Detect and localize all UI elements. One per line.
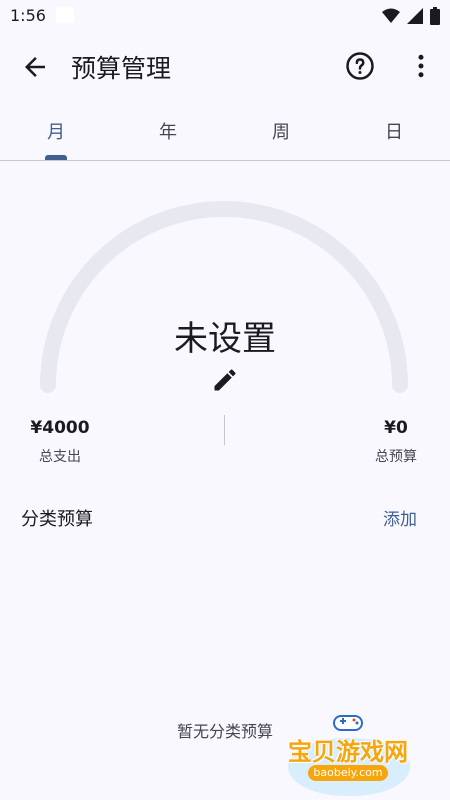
stats-divider: [224, 415, 225, 445]
total-budget-value: ¥0: [384, 418, 408, 438]
more-options-button[interactable]: [406, 51, 436, 81]
category-budget-title: 分类预算: [21, 509, 93, 530]
budget-status: 未设置: [174, 319, 276, 359]
help-button[interactable]: [345, 51, 375, 81]
total-expense: ¥4000 总支出: [30, 418, 90, 466]
watermark-url: baobeiy.com: [308, 765, 388, 781]
tab-year[interactable]: 年: [138, 118, 198, 144]
tab-indicator: [45, 155, 67, 160]
back-arrow-icon: [25, 57, 45, 77]
notification-icon: [56, 7, 74, 23]
battery-icon: [430, 7, 440, 25]
app-bar: 预算管理: [0, 40, 450, 94]
total-expense-value: ¥4000: [30, 418, 90, 438]
add-category-budget-button[interactable]: 添加: [383, 505, 417, 530]
watermark-logo: 宝贝游戏网 baobeiy.com: [278, 708, 418, 800]
edit-icon: [214, 369, 236, 391]
status-time: 1:56: [10, 6, 46, 25]
signal-icon: [407, 8, 423, 24]
status-icons: [382, 7, 440, 25]
tab-day[interactable]: 日: [364, 118, 424, 144]
tab-month[interactable]: 月: [26, 118, 86, 144]
more-vert-icon: [418, 54, 424, 78]
period-tabs: 月 年 周 日: [0, 100, 450, 161]
edit-budget-button[interactable]: [211, 366, 239, 394]
help-icon: [346, 52, 374, 80]
page-title: 预算管理: [71, 54, 172, 83]
watermark-text: 宝贝游戏网: [288, 738, 408, 766]
total-budget: ¥0 总预算: [366, 418, 426, 466]
back-button[interactable]: [20, 52, 50, 82]
tab-week[interactable]: 周: [251, 118, 311, 144]
wifi-icon: [382, 8, 400, 23]
status-bar: 1:56: [0, 0, 450, 32]
total-expense-label: 总支出: [39, 449, 81, 465]
total-budget-label: 总预算: [375, 449, 417, 465]
